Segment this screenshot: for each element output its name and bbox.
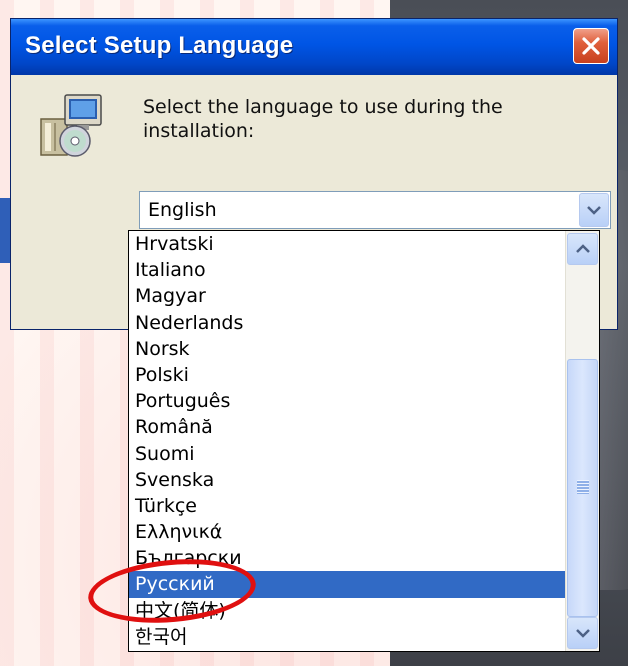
- setup-installer-icon: [40, 94, 102, 157]
- grip-icon: [577, 480, 589, 494]
- language-option[interactable]: Nederlands: [129, 310, 565, 336]
- chevron-down-icon: [575, 629, 590, 638]
- dropdown-button[interactable]: [579, 193, 609, 227]
- language-option[interactable]: Ελληνικά: [129, 519, 565, 545]
- chevron-down-icon: [587, 206, 601, 215]
- close-icon: [582, 37, 600, 55]
- language-option[interactable]: 한국어: [129, 624, 565, 650]
- selected-language: English: [148, 199, 217, 221]
- language-option[interactable]: Türkçe: [129, 493, 565, 519]
- scroll-up-button[interactable]: [567, 233, 598, 265]
- language-option[interactable]: Magyar: [129, 283, 565, 309]
- close-button[interactable]: [573, 28, 609, 64]
- chevron-up-icon: [575, 244, 590, 253]
- title-bar[interactable]: Select Setup Language: [11, 19, 617, 75]
- language-option[interactable]: Svenska: [129, 467, 565, 493]
- language-option[interactable]: Polski: [129, 362, 565, 388]
- language-option[interactable]: Português: [129, 388, 565, 414]
- language-option[interactable]: Italiano: [129, 257, 565, 283]
- dialog-title: Select Setup Language: [25, 32, 294, 59]
- scroll-down-button[interactable]: [567, 617, 598, 649]
- language-option[interactable]: Suomi: [129, 441, 565, 467]
- language-option[interactable]: Română: [129, 414, 565, 440]
- scroll-thumb[interactable]: [567, 359, 598, 617]
- language-option[interactable]: Norsk: [129, 336, 565, 362]
- scrollbar[interactable]: [565, 231, 599, 651]
- instruction-text: Select the language to use during the in…: [143, 96, 503, 142]
- language-option[interactable]: Hrvatski: [129, 231, 565, 257]
- background-window-edge: [0, 198, 10, 263]
- language-select[interactable]: English: [139, 191, 611, 229]
